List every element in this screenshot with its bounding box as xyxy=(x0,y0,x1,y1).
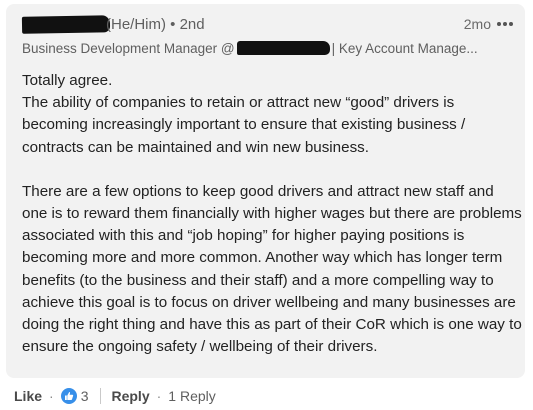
like-button[interactable]: Like xyxy=(14,388,42,404)
like-count[interactable]: 3 xyxy=(81,388,89,404)
comment-text: Totally agree. The ability of companies … xyxy=(22,70,522,358)
redacted-company xyxy=(236,41,330,55)
comment-paragraph: There are a few options to keep good dri… xyxy=(22,182,522,356)
reply-count-link[interactable]: 1 Reply xyxy=(168,388,215,404)
separator-dot: · xyxy=(156,388,162,404)
more-options-icon[interactable] xyxy=(497,22,513,26)
comment-bubble: (He/Him) • 2nd 2mo Business Development … xyxy=(6,4,525,378)
headline-prefix: Business Development Manager @ xyxy=(22,41,235,56)
thumbs-up-icon[interactable] xyxy=(60,388,77,404)
redacted-author-name[interactable] xyxy=(21,15,111,34)
reply-button[interactable]: Reply xyxy=(111,388,149,404)
comment-meta: 2mo xyxy=(464,16,513,32)
comment-paragraph: Totally agree. The ability of companies … xyxy=(22,72,466,156)
comment-action-bar: Like · 3 Reply · 1 Reply xyxy=(14,386,216,406)
comment-header: (He/Him) • 2nd 2mo xyxy=(21,14,513,36)
comment-timestamp: 2mo xyxy=(463,16,491,32)
author-headline: Business Development Manager @ | Key Acco… xyxy=(22,41,478,56)
headline-suffix: | Key Account Manage... xyxy=(331,41,478,56)
separator-dot: · xyxy=(49,388,54,404)
action-divider xyxy=(100,388,102,404)
author-pronouns-degree: (He/Him) • 2nd xyxy=(106,16,205,33)
